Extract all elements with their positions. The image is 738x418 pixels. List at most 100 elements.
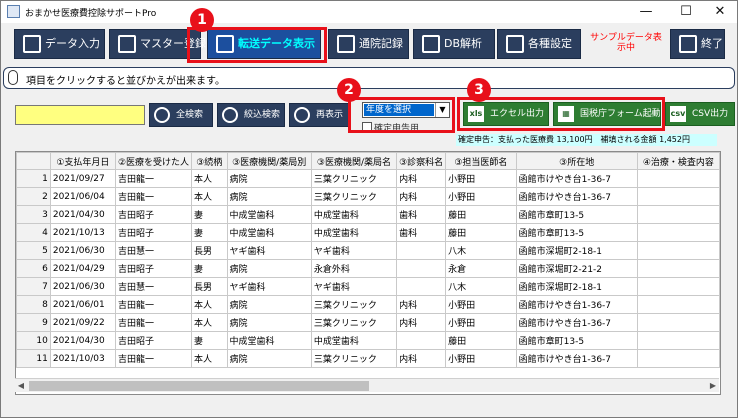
- table-row[interactable]: 10 2021/04/30 吉田昭子妻中成堂歯科 中成堂歯科 藤田 函館市章町13-5: [16, 331, 720, 350]
- table-cell[interactable]: 2021/04/30: [49, 331, 116, 350]
- table-cell[interactable]: 函館市けやき台1-36-7: [515, 349, 638, 368]
- table-cell[interactable]: 内科: [396, 169, 447, 188]
- table-cell[interactable]: 病院: [226, 349, 312, 368]
- settings-button[interactable]: 各種設定: [497, 29, 581, 59]
- table-cell[interactable]: 2021/04/30: [49, 205, 116, 224]
- table-cell[interactable]: 吉田龍一: [114, 313, 193, 332]
- table-cell[interactable]: 吉田龍一: [114, 295, 193, 314]
- table-cell[interactable]: 内科: [396, 187, 447, 206]
- column-header[interactable]: ③診察科名: [396, 152, 447, 170]
- table-cell[interactable]: 藤田: [445, 331, 517, 350]
- table-cell[interactable]: 吉田龍一: [114, 169, 193, 188]
- table-cell[interactable]: 妻: [191, 223, 228, 242]
- column-header[interactable]: ①支払年月日: [49, 152, 116, 170]
- table-cell[interactable]: 本人: [191, 349, 228, 368]
- table-cell[interactable]: 三葉クリニック: [310, 187, 398, 206]
- visit-record-button[interactable]: 通院記録: [328, 29, 409, 59]
- horizontal-scrollbar[interactable]: ◀ ▶: [15, 378, 719, 392]
- table-cell[interactable]: [636, 349, 720, 368]
- column-header[interactable]: ③医療機関/薬局別: [226, 152, 312, 170]
- table-row[interactable]: 5 2021/06/30 吉田慧一 長男 ヤギ歯科 ヤギ歯科 八木 函館市深堀町2-18-1: [16, 241, 720, 260]
- table-row[interactable]: 11 2021/10/03 吉田龍一 本人 病院 三葉クリニック 内科 小野田 函館市けやき台1…: [16, 349, 720, 368]
- table-cell[interactable]: 函館市章町13-5: [515, 331, 638, 350]
- table-cell[interactable]: [636, 223, 720, 242]
- table-cell[interactable]: 三葉クリニック: [310, 349, 398, 368]
- filter-search-button[interactable]: 絞込検索: [217, 103, 285, 127]
- table-cell[interactable]: 2021/09/22: [49, 313, 116, 332]
- table-cell[interactable]: 中成堂歯科: [310, 331, 398, 350]
- table-cell[interactable]: ヤギ歯科: [310, 277, 398, 296]
- table-cell[interactable]: 2021/10/03: [49, 349, 116, 368]
- table-cell[interactable]: 2021/06/30: [49, 277, 116, 296]
- table-cell[interactable]: [636, 169, 720, 188]
- table-cell[interactable]: 歯科: [396, 205, 447, 224]
- table-cell[interactable]: 本人: [191, 169, 228, 188]
- table-row[interactable]: 4 2021/10/13 吉田昭子妻中成堂歯科 中成堂歯科 歯科 藤田 函館市章町13-5: [16, 223, 720, 242]
- table-cell[interactable]: [636, 295, 720, 314]
- table-cell[interactable]: 三葉クリニック: [310, 295, 398, 314]
- table-cell[interactable]: [396, 331, 447, 350]
- table-cell[interactable]: 八木: [445, 241, 517, 260]
- table-cell[interactable]: 歯科: [396, 223, 447, 242]
- table-cell[interactable]: 病院: [226, 169, 312, 188]
- table-cell[interactable]: 中成堂歯科: [226, 331, 312, 350]
- table-cell[interactable]: 八木: [445, 277, 517, 296]
- table-cell[interactable]: 函館市深堀町2-21-2: [515, 259, 638, 278]
- table-cell[interactable]: [636, 187, 720, 206]
- refresh-button[interactable]: 再表示: [289, 103, 349, 127]
- table-cell[interactable]: 小野田: [445, 169, 517, 188]
- table-cell[interactable]: 小野田: [445, 349, 517, 368]
- table-cell[interactable]: 病院: [226, 313, 312, 332]
- table-cell[interactable]: 中成堂歯科: [226, 223, 312, 242]
- table-cell[interactable]: 病院: [226, 259, 312, 278]
- csv-export-button[interactable]: csv CSV出力: [665, 102, 735, 126]
- minimize-button[interactable]: —: [629, 1, 663, 23]
- table-cell[interactable]: 2021/10/13: [49, 223, 116, 242]
- scroll-left-icon[interactable]: ◀: [15, 379, 27, 393]
- table-cell[interactable]: 吉田昭子: [114, 331, 193, 350]
- column-header[interactable]: ③医療機関/薬局名: [310, 152, 398, 170]
- table-cell[interactable]: 2021/06/30: [49, 241, 116, 260]
- table-cell[interactable]: 藤田: [445, 205, 517, 224]
- table-cell[interactable]: ヤギ歯科: [226, 277, 312, 296]
- table-cell[interactable]: 永倉外科: [310, 259, 398, 278]
- table-cell[interactable]: 2021/09/27: [49, 169, 116, 188]
- table-cell[interactable]: 中成堂歯科: [310, 205, 398, 224]
- table-row[interactable]: 3 2021/04/30 吉田昭子妻中成堂歯科 中成堂歯科 歯科 藤田 函館市章町13-5: [16, 205, 720, 224]
- table-cell[interactable]: 函館市章町13-5: [515, 205, 638, 224]
- scroll-right-icon[interactable]: ▶: [707, 379, 719, 393]
- table-cell[interactable]: 吉田龍一: [114, 187, 193, 206]
- scroll-thumb[interactable]: [29, 381, 369, 391]
- table-cell[interactable]: 吉田昭子: [114, 205, 193, 224]
- table-cell[interactable]: 2021/06/01: [49, 295, 116, 314]
- table-cell[interactable]: 函館市深堀町2-18-1: [515, 241, 638, 260]
- table-row[interactable]: 2 2021/06/04 吉田龍一 本人 病院 三葉クリニック 内科 小野田 函館市けやき台1-…: [16, 187, 720, 206]
- search-all-button[interactable]: 全検索: [149, 103, 213, 127]
- table-cell[interactable]: 藤田: [445, 223, 517, 242]
- table-row[interactable]: 9 2021/09/22 吉田龍一 本人 病院 三葉クリニック 内科 小野田 函館市けやき台1-…: [16, 313, 720, 332]
- table-cell[interactable]: [636, 259, 720, 278]
- table-cell[interactable]: 函館市けやき台1-36-7: [515, 295, 638, 314]
- table-cell[interactable]: 本人: [191, 313, 228, 332]
- table-cell[interactable]: 函館市章町13-5: [515, 223, 638, 242]
- table-cell[interactable]: 長男: [191, 241, 228, 260]
- table-cell[interactable]: ヤギ歯科: [310, 241, 398, 260]
- table-cell[interactable]: 永倉: [445, 259, 517, 278]
- column-header[interactable]: ④治療・検査内容: [636, 152, 720, 170]
- table-cell[interactable]: 本人: [191, 187, 228, 206]
- table-cell[interactable]: 吉田慧一: [114, 277, 193, 296]
- table-cell[interactable]: 2021/06/04: [49, 187, 116, 206]
- table-row[interactable]: 8 2021/06/01 吉田龍一 本人 病院 三葉クリニック 内科 小野田 函館市けやき台1-…: [16, 295, 720, 314]
- table-cell[interactable]: 妻: [191, 259, 228, 278]
- table-cell[interactable]: [636, 241, 720, 260]
- table-cell[interactable]: 函館市深堀町2-18-1: [515, 277, 638, 296]
- table-cell[interactable]: 三葉クリニック: [310, 313, 398, 332]
- table-cell[interactable]: [636, 205, 720, 224]
- table-cell[interactable]: [396, 277, 447, 296]
- table-cell[interactable]: 本人: [191, 295, 228, 314]
- table-row[interactable]: 7 2021/06/30 吉田慧一 長男 ヤギ歯科 ヤギ歯科 八木 函館市深堀町2-18-1: [16, 277, 720, 296]
- column-header[interactable]: ③続柄: [191, 152, 228, 170]
- table-cell[interactable]: 吉田昭子: [114, 223, 193, 242]
- table-cell[interactable]: 病院: [226, 187, 312, 206]
- close-window-button[interactable]: ✕: [703, 1, 737, 23]
